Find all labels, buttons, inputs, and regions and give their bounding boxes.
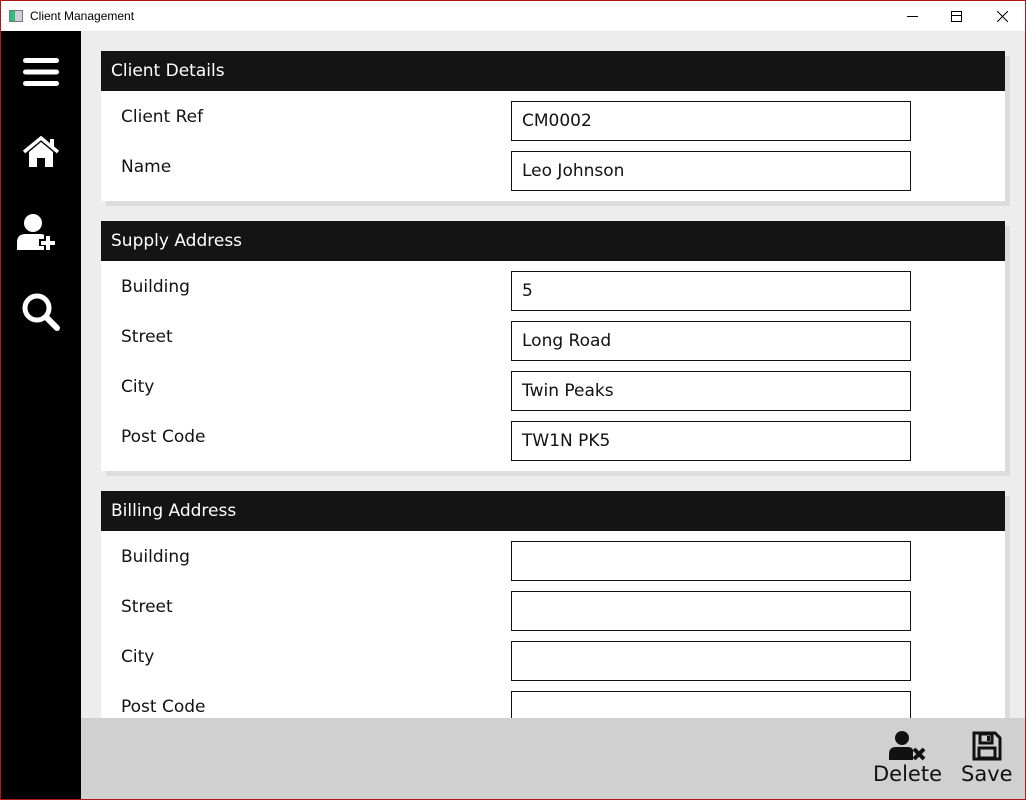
field-label: Street — [121, 597, 173, 617]
billing-building-input[interactable] — [511, 541, 911, 581]
delete-button[interactable]: Delete — [873, 730, 942, 786]
name-input[interactable]: Leo Johnson — [511, 151, 911, 191]
field-label: City — [121, 647, 155, 667]
save-label: Save — [961, 762, 1013, 786]
supply-city-input[interactable]: Twin Peaks — [511, 371, 911, 411]
close-button[interactable] — [979, 1, 1025, 31]
main-content: Client Details Client Ref CM0002 Name Leo … — [81, 31, 1025, 799]
supply-street-input[interactable]: Long Road — [511, 321, 911, 361]
field-label: Post Code — [121, 427, 206, 447]
delete-label: Delete — [873, 762, 942, 786]
section-header: Client Details — [101, 51, 1005, 91]
field-label: Street — [121, 327, 173, 347]
billing-address-section: Billing Address Building Street City Pos… — [101, 491, 1005, 741]
field-label: Client Ref — [121, 107, 204, 127]
field-label: City — [121, 377, 155, 397]
field-label: Name — [121, 157, 172, 177]
supply-address-section: Supply Address Building 5 Street Long Road… — [101, 221, 1005, 471]
section-header: Billing Address — [101, 491, 1005, 531]
field-label: Building — [121, 547, 190, 567]
maximize-button[interactable] — [933, 1, 979, 31]
add-client-icon[interactable] — [16, 207, 66, 257]
app-window: Client Management Client Details Client … — [0, 0, 1026, 800]
app-icon — [9, 10, 23, 22]
window-title: Client Management — [30, 9, 135, 23]
billing-city-input[interactable] — [511, 641, 911, 681]
search-icon[interactable] — [16, 287, 66, 337]
home-icon[interactable] — [16, 127, 66, 177]
client-details-section: Client Details Client Ref CM0002 Name Leo … — [101, 51, 1005, 201]
supply-building-input[interactable]: 5 — [511, 271, 911, 311]
title-bar: Client Management — [1, 1, 1025, 31]
save-button[interactable]: Save — [961, 730, 1013, 786]
menu-icon[interactable] — [16, 47, 66, 97]
section-header: Supply Address — [101, 221, 1005, 261]
supply-postcode-input[interactable]: TW1N PK5 — [511, 421, 911, 461]
field-label: Building — [121, 277, 190, 297]
save-icon — [972, 731, 1002, 761]
delete-user-icon — [888, 731, 925, 761]
billing-street-input[interactable] — [511, 591, 911, 631]
client-ref-input[interactable]: CM0002 — [511, 101, 911, 141]
field-label: Post Code — [121, 697, 206, 717]
sidebar — [1, 31, 81, 799]
action-bar: Delete Save — [81, 718, 1025, 799]
minimize-button[interactable] — [889, 1, 935, 31]
